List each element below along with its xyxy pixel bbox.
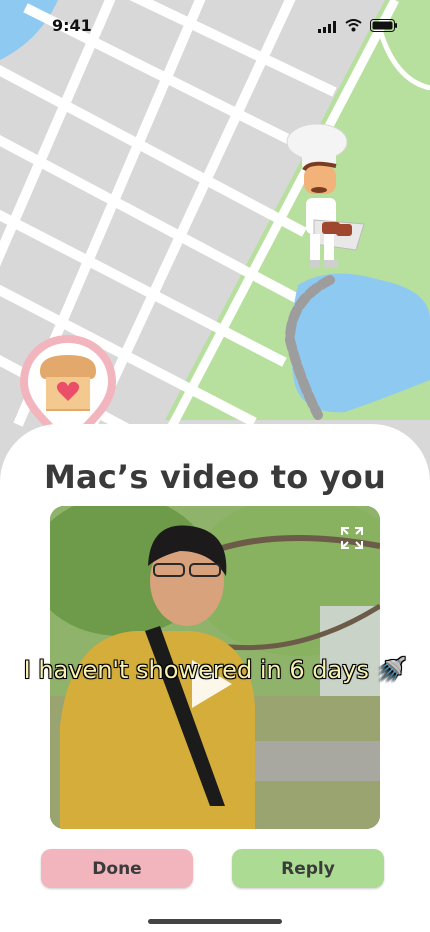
- signal-icon: [318, 21, 336, 33]
- video-caption: I haven't showered in 6 days 🚿: [23, 656, 407, 684]
- done-button[interactable]: Done: [41, 849, 193, 888]
- status-bar: 9:41: [0, 0, 430, 52]
- battery-icon: [370, 19, 397, 32]
- page-title: Mac’s video to you: [44, 458, 386, 496]
- baker-avatar[interactable]: [284, 120, 374, 280]
- reply-button[interactable]: Reply: [232, 849, 384, 888]
- bread-heart-icon: [40, 355, 96, 411]
- wifi-icon: [345, 19, 362, 32]
- home-indicator[interactable]: [148, 919, 282, 924]
- expand-icon[interactable]: [340, 526, 364, 550]
- status-time: 9:41: [52, 16, 92, 35]
